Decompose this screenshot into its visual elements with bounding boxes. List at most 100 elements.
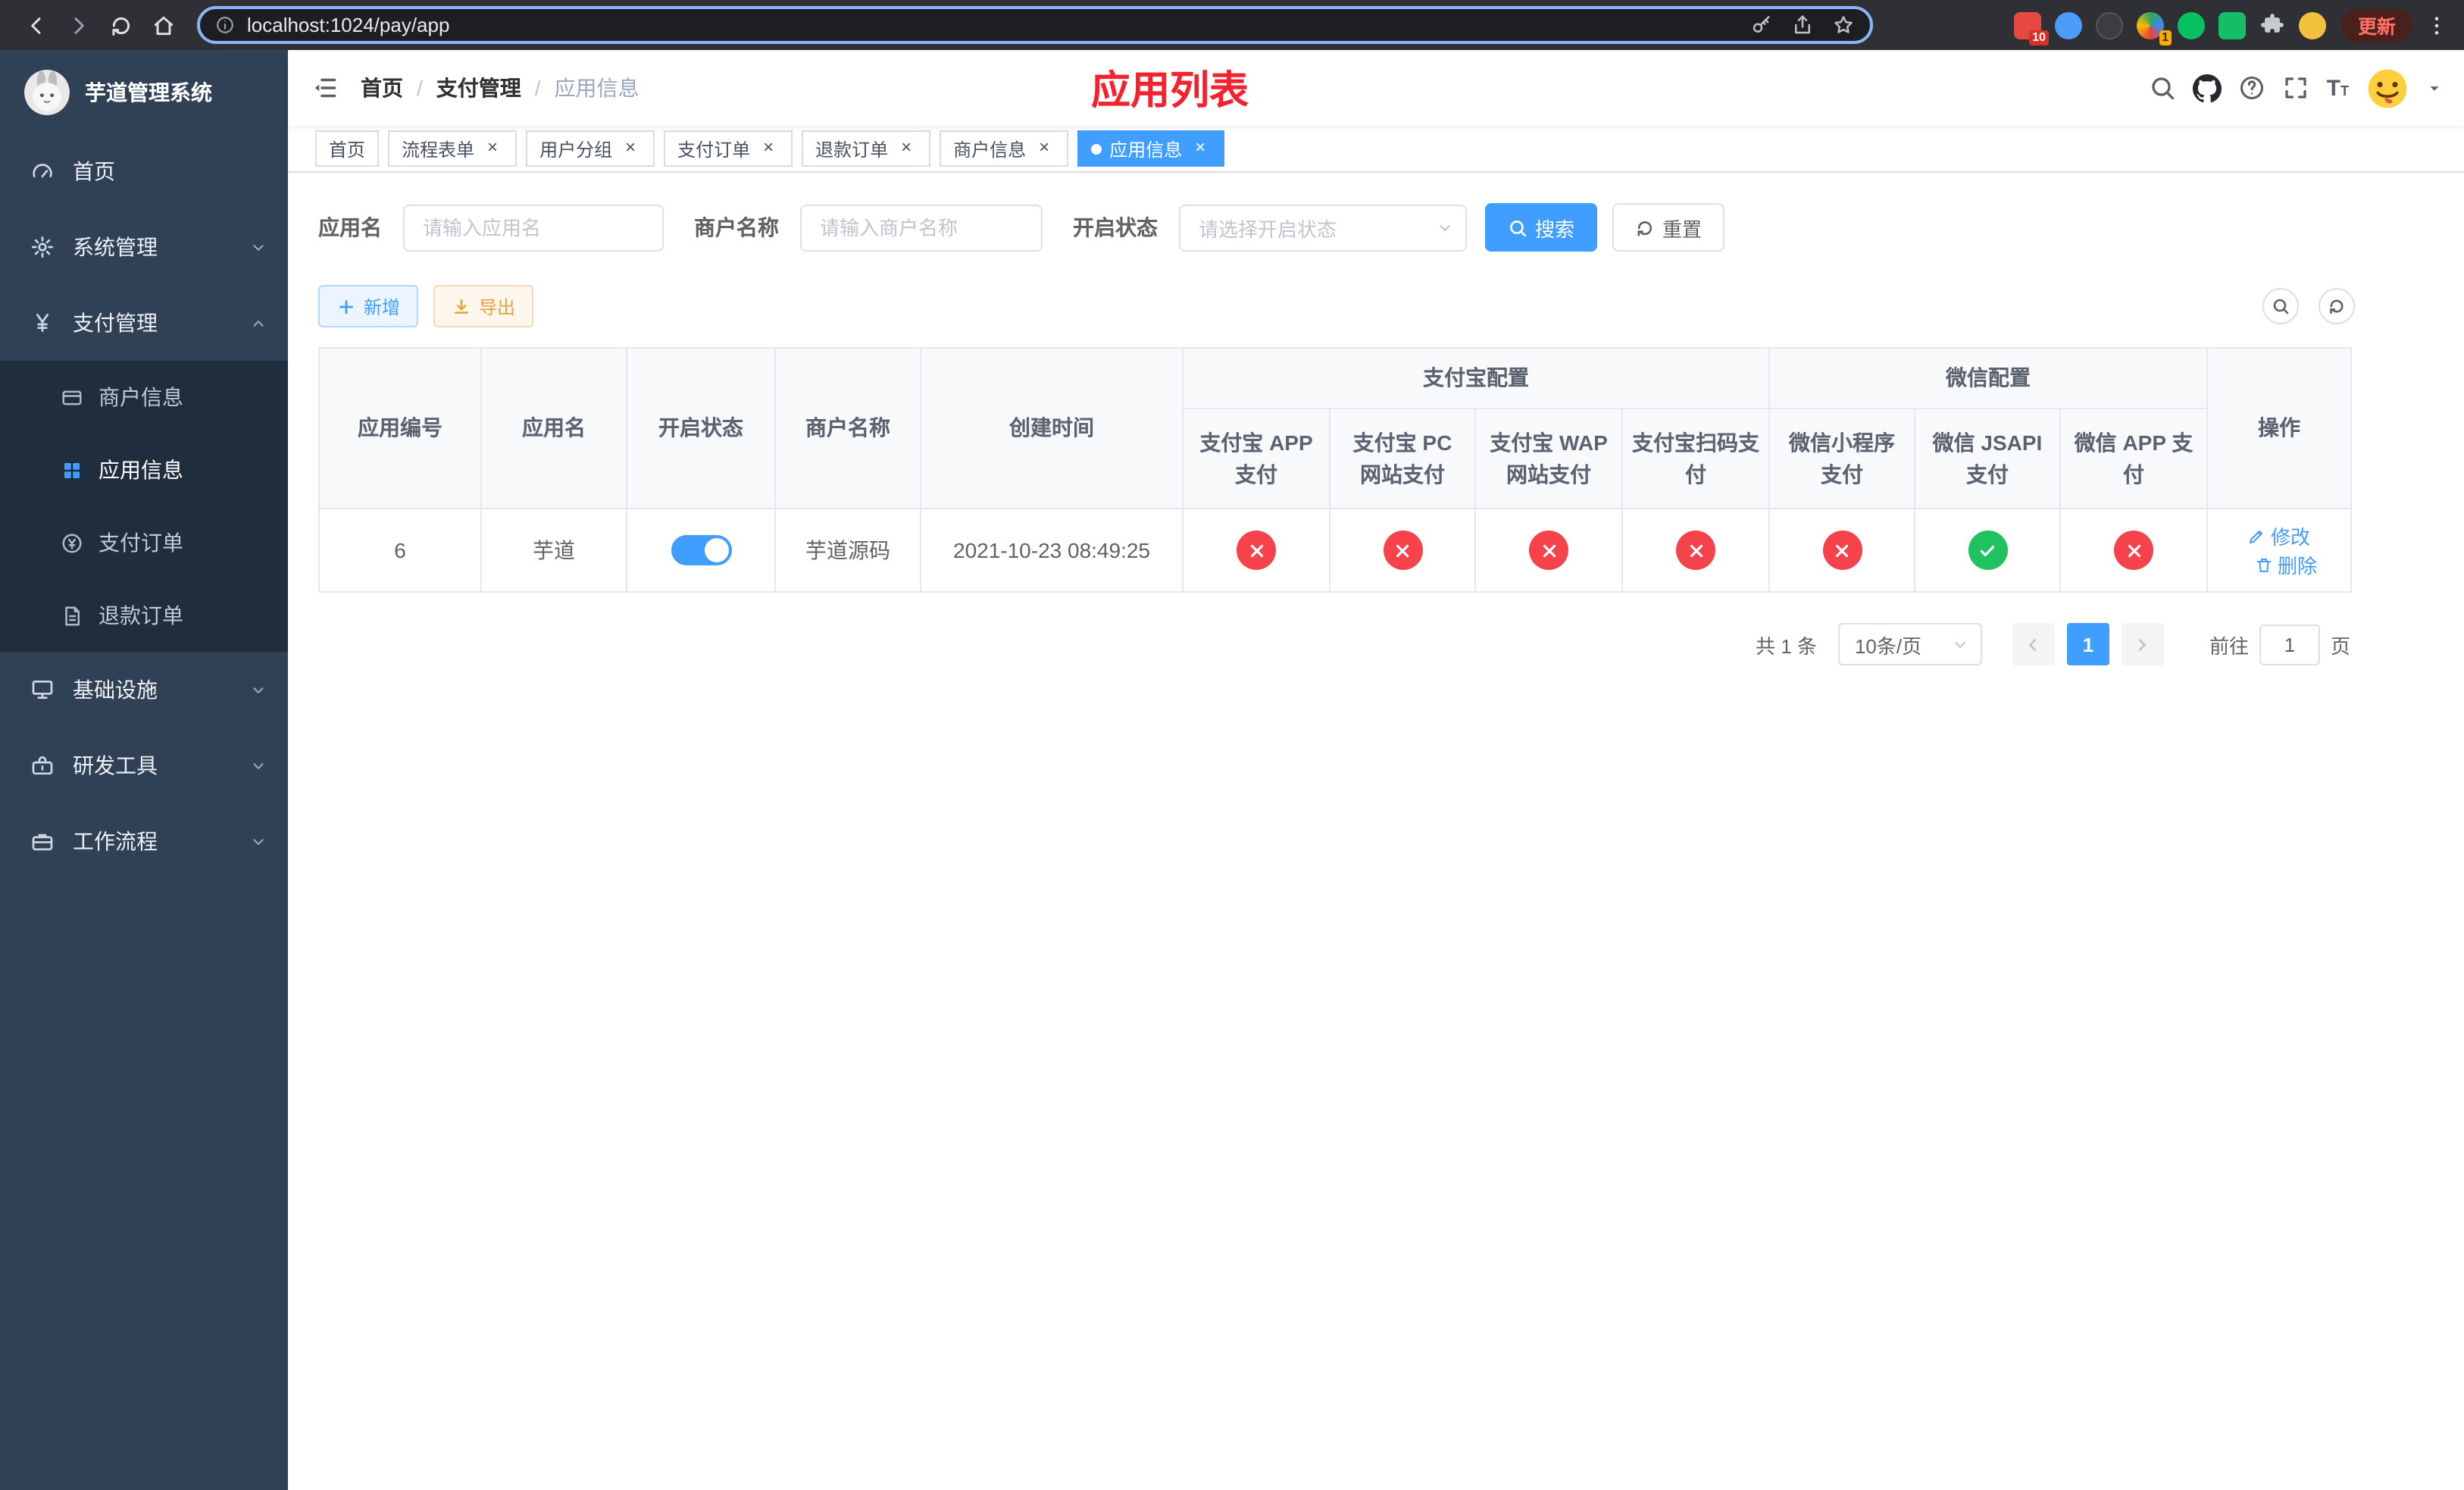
font-size-icon[interactable]: TT xyxy=(2327,77,2349,99)
col-alipay-pc: 支付宝 PC 网站支付 xyxy=(1329,408,1476,509)
sidebar-item-home[interactable]: 首页 xyxy=(0,133,288,209)
sidebar-item-label: 基础设施 xyxy=(73,678,158,702)
goto-page-input[interactable] xyxy=(2259,624,2320,665)
sidebar-item-infrastructure[interactable]: 基础设施 xyxy=(0,652,288,728)
extension-icon-green-circle[interactable] xyxy=(2177,11,2205,39)
col-status: 开启状态 xyxy=(626,347,776,509)
col-alipay-wap: 支付宝 WAP 网站支付 xyxy=(1474,408,1623,509)
refresh-icon[interactable] xyxy=(2319,288,2355,324)
extension-icon-blue[interactable] xyxy=(2054,11,2082,39)
site-info-icon[interactable] xyxy=(215,15,235,35)
app-name-input[interactable] xyxy=(403,204,664,251)
sidebar-item-label: 首页 xyxy=(73,159,115,183)
browser-reload-button[interactable] xyxy=(100,4,142,46)
sidebar-item-workflow[interactable]: 工作流程 xyxy=(0,803,288,879)
tab-close-icon[interactable]: × xyxy=(896,137,917,159)
export-button[interactable]: 导出 xyxy=(433,285,534,327)
chevron-down-icon xyxy=(250,757,267,774)
tab-close-icon[interactable]: × xyxy=(1190,137,1211,159)
search-button[interactable]: 搜索 xyxy=(1485,203,1598,252)
sidebar-item-label: 商户信息 xyxy=(98,385,183,409)
fullscreen-icon[interactable] xyxy=(2283,74,2310,102)
sidebar-item-label: 研发工具 xyxy=(73,753,158,778)
breadcrumb-home[interactable]: 首页 xyxy=(361,73,403,103)
tab-app-info[interactable]: 应用信息 × xyxy=(1077,130,1225,167)
url-text[interactable]: localhost:1024/pay/app xyxy=(247,14,1738,36)
app-name-label: 应用名 xyxy=(318,215,382,239)
avatar-caret-icon[interactable] xyxy=(2426,80,2443,96)
sidebar-fold-icon[interactable] xyxy=(288,74,361,102)
github-icon[interactable] xyxy=(2193,74,2222,102)
sidebar-logo[interactable]: 芋道管理系统 xyxy=(0,50,288,133)
monitor-icon xyxy=(30,678,55,702)
reset-button[interactable]: 重置 xyxy=(1612,203,1725,252)
help-icon[interactable] xyxy=(2239,74,2266,102)
dashboard-icon xyxy=(30,159,55,183)
col-app-name: 应用名 xyxy=(480,347,627,509)
chrome-update-button[interactable]: 更新 xyxy=(2340,8,2412,42)
col-actions: 操作 xyxy=(2206,347,2352,509)
browser-menu-icon[interactable] xyxy=(2425,13,2449,37)
cell-app-name: 芋道 xyxy=(480,508,627,593)
profile-avatar-icon[interactable] xyxy=(2298,11,2326,39)
tab-pay-order[interactable]: 支付订单 × xyxy=(664,130,793,167)
col-created: 创建时间 xyxy=(920,347,1184,509)
breadcrumb-current: 应用信息 xyxy=(554,76,639,100)
tab-user-group[interactable]: 用户分组 × xyxy=(526,130,655,167)
alipay-app-status-cross-icon xyxy=(1237,531,1276,570)
password-key-icon[interactable] xyxy=(1750,14,1773,36)
sidebar-item-payment[interactable]: 支付管理 xyxy=(0,285,288,361)
share-icon[interactable] xyxy=(1791,14,1814,36)
search-icon[interactable] xyxy=(2150,74,2177,102)
tab-refund-order[interactable]: 退款订单 × xyxy=(802,130,931,167)
extension-icon-red[interactable]: 10 xyxy=(2013,11,2049,45)
tab-close-icon[interactable]: × xyxy=(1033,137,1055,159)
alipay-wap-status-cross-icon xyxy=(1529,531,1568,570)
status-select[interactable]: 请选择开启状态 xyxy=(1179,204,1467,251)
edit-button[interactable]: 修改 xyxy=(2248,521,2310,550)
browser-forward-button[interactable] xyxy=(58,4,100,46)
goto-label: 前往 xyxy=(2209,634,2249,657)
merchant-name-input[interactable] xyxy=(800,204,1043,251)
cell-app-id: 6 xyxy=(318,508,482,593)
payment-submenu: 商户信息 应用信息 支付订单 退款订单 xyxy=(0,361,288,652)
bookmark-star-icon[interactable] xyxy=(1832,14,1855,36)
breadcrumb-section[interactable]: 支付管理 xyxy=(436,73,521,103)
add-button[interactable]: 新增 xyxy=(318,285,419,327)
tab-close-icon[interactable]: × xyxy=(620,137,641,159)
extension-icon-dark[interactable] xyxy=(2095,11,2123,39)
address-bar[interactable]: localhost:1024/pay/app xyxy=(197,6,1873,44)
navbar-actions: TT xyxy=(2150,66,2464,110)
sidebar-item-refund-order[interactable]: 退款订单 xyxy=(0,579,288,652)
sidebar-item-dev-tools[interactable]: 研发工具 xyxy=(0,728,288,803)
extension-icon-colorful[interactable]: 1 xyxy=(2136,11,2172,45)
toggle-search-icon[interactable] xyxy=(2262,288,2299,324)
sidebar-item-system[interactable]: 系统管理 xyxy=(0,209,288,285)
merchant-name-label: 商户名称 xyxy=(694,215,779,239)
user-avatar[interactable] xyxy=(2366,66,2409,110)
tab-home[interactable]: 首页 xyxy=(315,130,380,167)
sidebar-item-label: 系统管理 xyxy=(73,235,158,259)
sidebar-item-merchant-info[interactable]: 商户信息 xyxy=(0,361,288,434)
status-toggle[interactable] xyxy=(671,535,731,565)
tab-close-icon[interactable]: × xyxy=(758,137,779,159)
sidebar-item-label: 应用信息 xyxy=(98,458,183,482)
sidebar-item-app-info[interactable]: 应用信息 xyxy=(0,434,288,506)
page-size-select[interactable]: 10条/页 xyxy=(1837,623,1982,665)
active-tab-dot xyxy=(1091,143,1102,154)
prev-page-button[interactable] xyxy=(2012,623,2055,665)
sidebar-item-pay-order[interactable]: 支付订单 xyxy=(0,506,288,579)
next-page-button[interactable] xyxy=(2121,623,2164,665)
chevron-down-icon xyxy=(250,833,267,850)
browser-home-button[interactable] xyxy=(142,4,185,46)
tab-close-icon[interactable]: × xyxy=(482,137,503,159)
col-app-id: 应用编号 xyxy=(318,347,482,509)
tab-process-form[interactable]: 流程表单 × xyxy=(388,130,518,167)
extensions-puzzle-icon[interactable] xyxy=(2259,12,2285,38)
app-table: 应用编号 应用名 开启状态 商户名称 创建时间 支付宝配置 微信配置 操作 支付… xyxy=(318,347,2352,593)
extension-icon-green-square[interactable] xyxy=(2218,11,2246,39)
page-number-button[interactable]: 1 xyxy=(2066,623,2109,665)
delete-button[interactable]: 删除 xyxy=(2255,550,2317,579)
tab-merchant-info[interactable]: 商户信息 × xyxy=(940,130,1069,167)
browser-back-button[interactable] xyxy=(15,4,58,46)
